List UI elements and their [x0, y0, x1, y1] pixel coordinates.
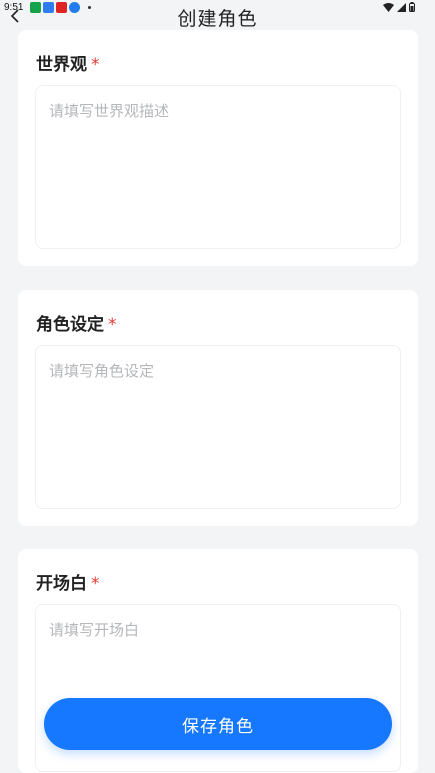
worldview-placeholder: 请填写世界观描述: [49, 102, 170, 120]
required-marker: *: [108, 315, 117, 335]
character-setting-label-text: 角色设定: [36, 315, 104, 335]
opening-line-label: 开场白 *: [36, 569, 100, 594]
required-marker: *: [91, 55, 100, 75]
header: 创建角色: [0, 0, 435, 32]
worldview-textarea[interactable]: 请填写世界观描述: [35, 85, 401, 249]
character-setting-card: 角色设定 * 请填写角色设定: [18, 290, 418, 526]
worldview-label-text: 世界观: [36, 55, 87, 75]
page-title: 创建角色: [177, 8, 258, 30]
opening-line-placeholder: 请填写开场白: [49, 621, 140, 639]
opening-line-label-text: 开场白: [36, 574, 87, 594]
character-setting-placeholder: 请填写角色设定: [49, 362, 155, 380]
character-setting-textarea[interactable]: 请填写角色设定: [35, 345, 401, 509]
worldview-label: 世界观 *: [36, 50, 100, 75]
worldview-card: 世界观 * 请填写世界观描述: [18, 30, 418, 266]
save-character-button[interactable]: 保存角色: [44, 698, 392, 750]
character-setting-label: 角色设定 *: [36, 310, 117, 335]
required-marker: *: [91, 574, 100, 594]
